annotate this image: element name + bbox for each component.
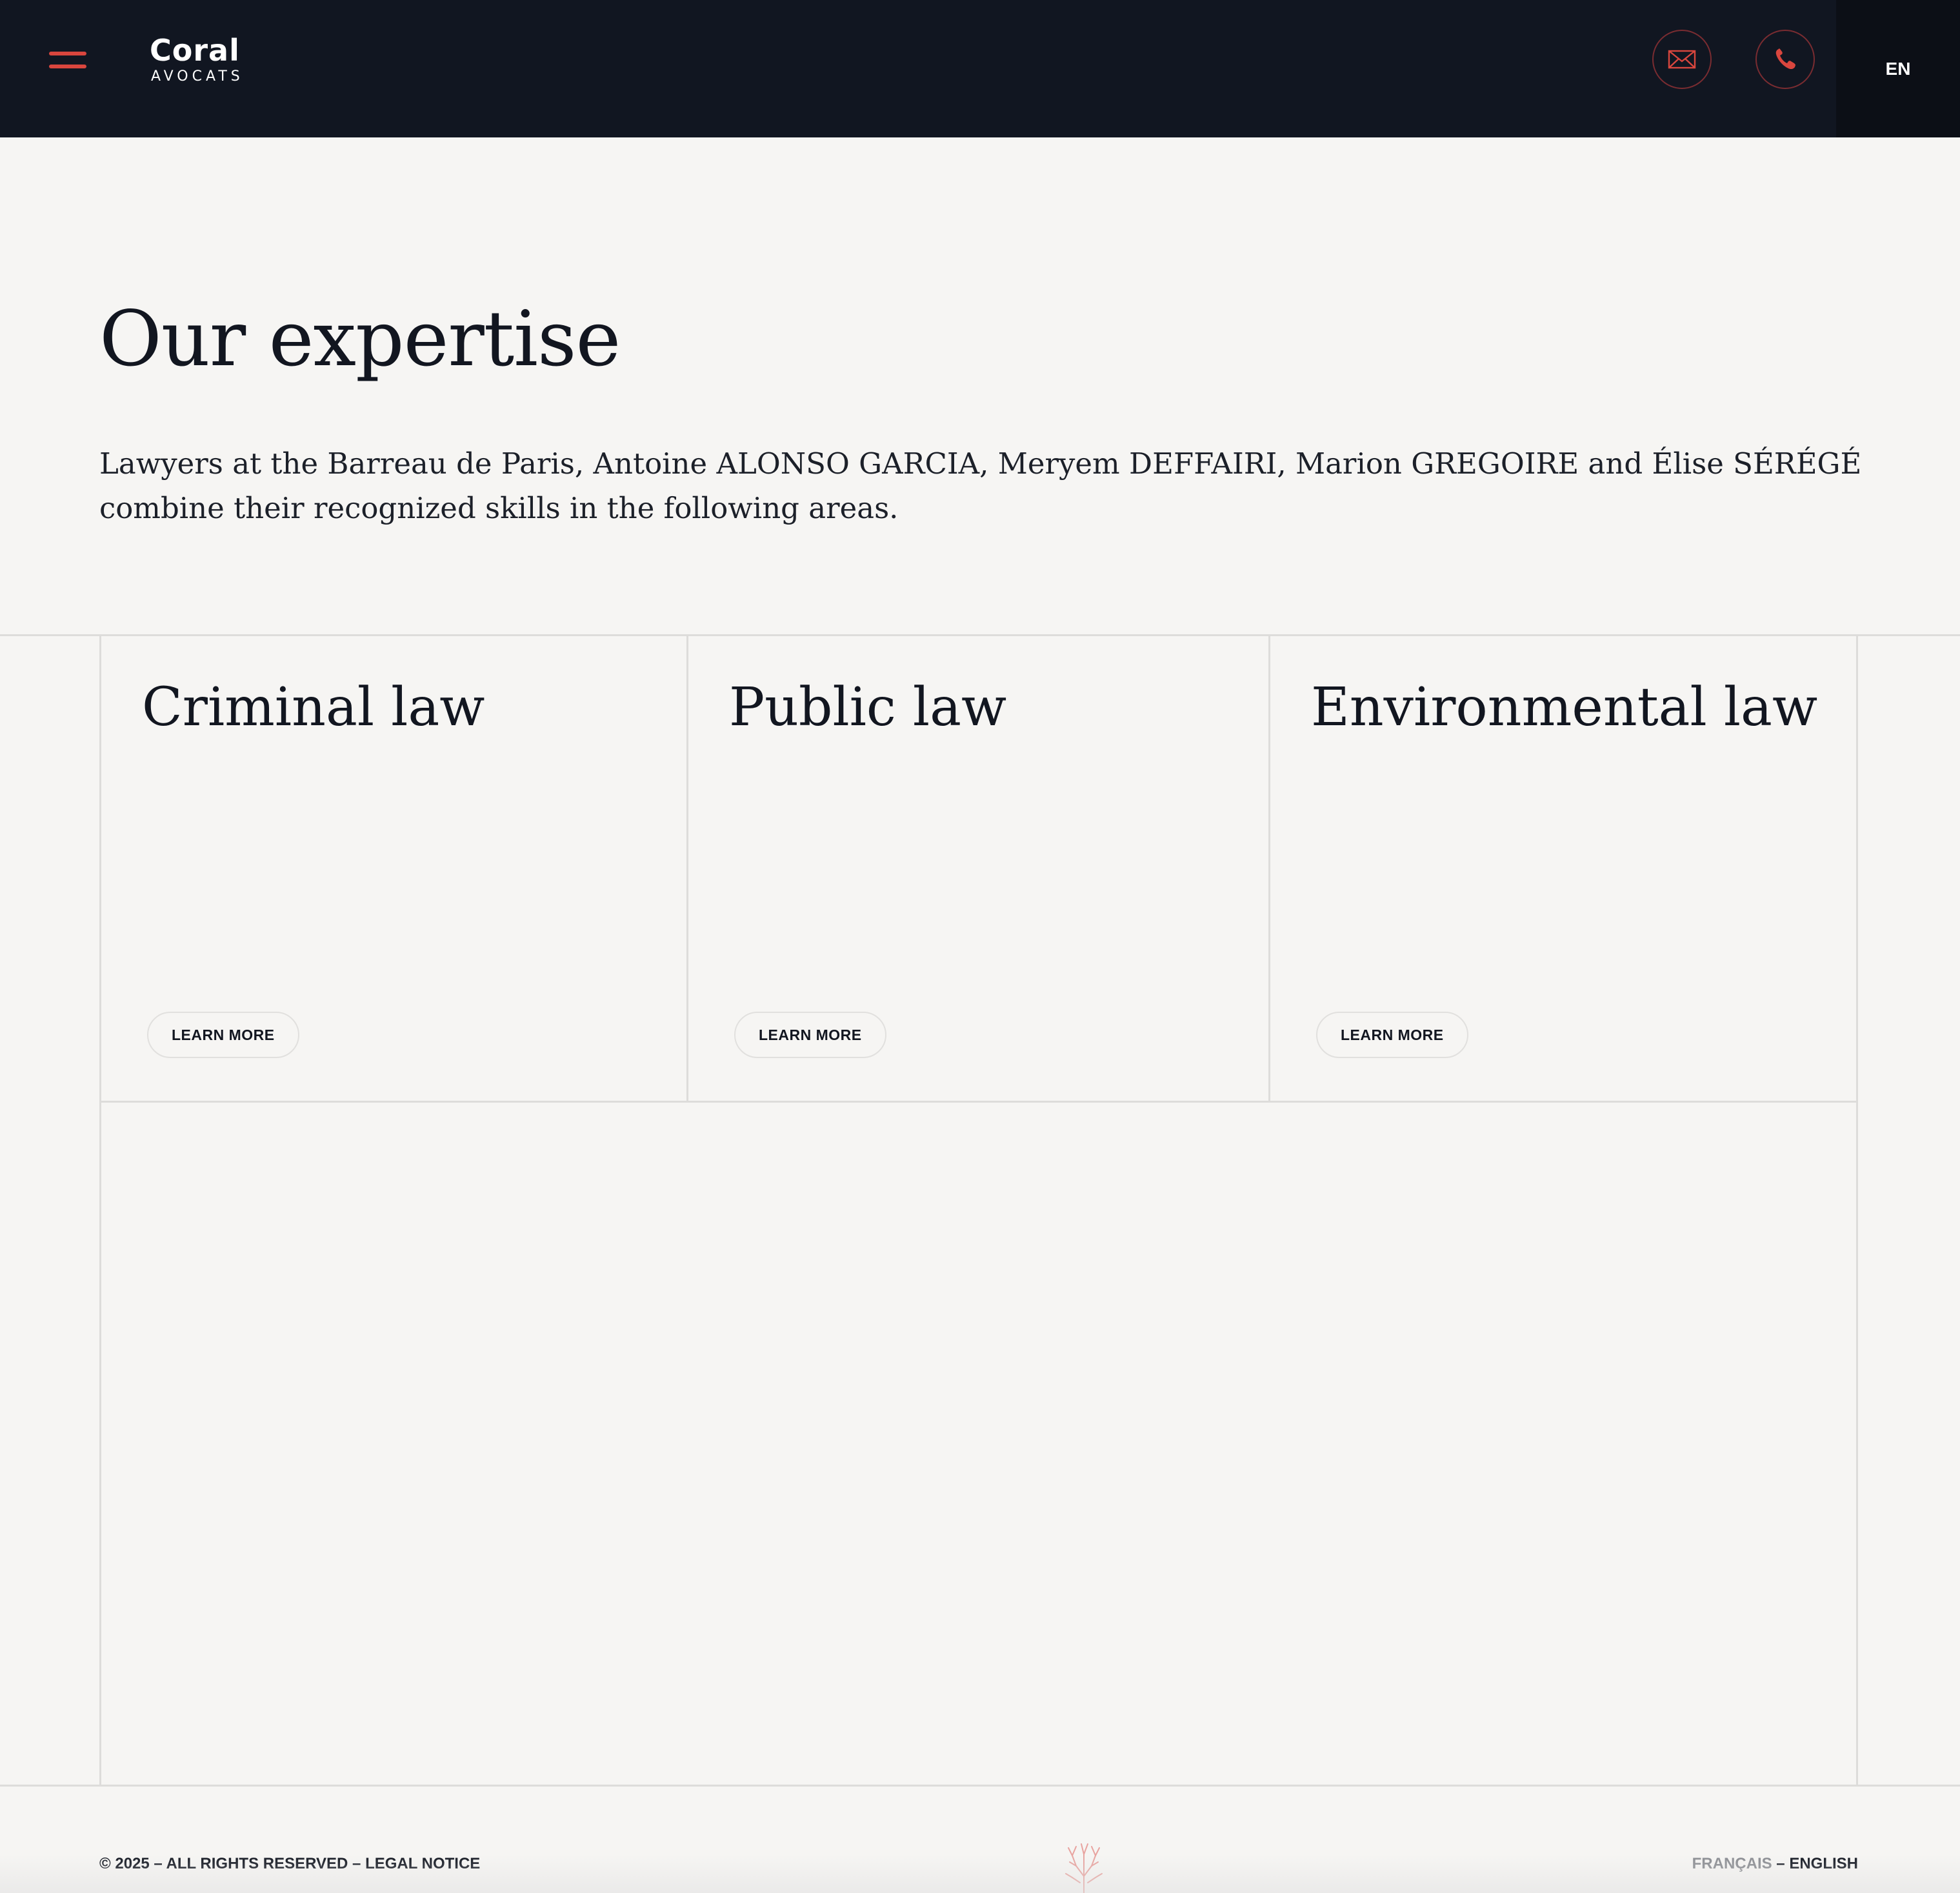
learn-more-button[interactable]: LEARN MORE <box>147 1012 299 1058</box>
language-link-french[interactable]: FRANÇAIS <box>1692 1855 1772 1872</box>
hamburger-icon-line <box>49 65 86 68</box>
phone-button[interactable] <box>1755 30 1815 89</box>
card-title: Environmental law <box>1311 677 1818 738</box>
expertise-card-criminal-law: Criminal law LEARN MORE <box>101 636 686 1101</box>
expertise-card-environmental-law: Environmental law LEARN MORE <box>1270 636 1856 1101</box>
site-header: Coral AVOCATS EN <box>0 0 1960 137</box>
grid-divider <box>0 1785 1960 1787</box>
site-logo[interactable]: Coral AVOCATS <box>150 32 253 90</box>
language-switcher[interactable]: EN <box>1836 0 1960 137</box>
phone-icon <box>1775 48 1795 70</box>
learn-more-button[interactable]: LEARN MORE <box>1316 1012 1468 1058</box>
logo-name: Coral <box>150 33 240 68</box>
hamburger-icon <box>49 52 86 55</box>
logo-subtitle: AVOCATS <box>151 68 244 85</box>
envelope-icon <box>1668 50 1696 69</box>
page-title: Our expertise <box>99 294 621 383</box>
coral-icon <box>1065 1843 1103 1893</box>
footer-separator: – <box>348 1855 366 1872</box>
footer-language-switcher: FRANÇAIS – ENGLISH <box>1692 1853 1858 1875</box>
intro-text: Lawyers at the Barreau de Paris, Antoine… <box>99 446 1862 525</box>
footer-separator: – <box>1772 1855 1790 1872</box>
footer-separator: – <box>149 1855 166 1872</box>
learn-more-button[interactable]: LEARN MORE <box>734 1012 886 1058</box>
email-button[interactable] <box>1652 30 1712 89</box>
rights-text: ALL RIGHTS RESERVED <box>166 1855 348 1872</box>
card-title: Criminal law <box>142 677 485 738</box>
language-link-english[interactable]: ENGLISH <box>1789 1855 1858 1872</box>
card-title: Public law <box>729 677 1007 738</box>
legal-notice-link[interactable]: LEGAL NOTICE <box>365 1855 480 1872</box>
grid-divider <box>1856 634 1858 1787</box>
expertise-card-public-law: Public law LEARN MORE <box>688 636 1268 1101</box>
footer-copyright: © 2025 – ALL RIGHTS RESERVED – LEGAL NOT… <box>99 1853 480 1875</box>
copyright-text: © 2025 <box>99 1855 150 1872</box>
menu-button[interactable] <box>39 45 94 90</box>
grid-divider <box>99 1101 1858 1103</box>
